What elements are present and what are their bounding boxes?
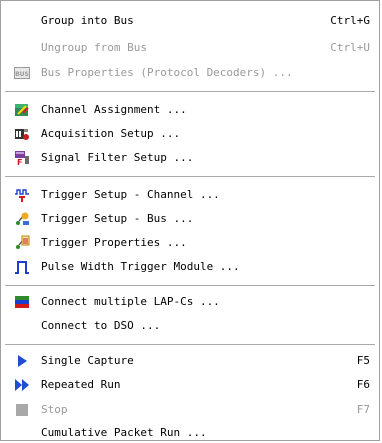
- menu-item-label: Connect multiple LAP-Cs ...: [41, 295, 220, 308]
- channel-assignment-icon: [14, 102, 30, 118]
- menu-separator: [5, 285, 375, 286]
- menu-item-label: Trigger Setup - Channel ...: [41, 188, 220, 201]
- menu-item-acquisition-setup[interactable]: Acquisition Setup ...: [2, 125, 380, 143]
- menu-item-connect-to-dso[interactable]: Connect to DSO ...: [2, 317, 380, 335]
- menu-item-connect-multiple-lap-cs[interactable]: Connect multiple LAP-Cs ...: [2, 293, 380, 311]
- menu-item-label: Trigger Properties ...: [41, 236, 187, 249]
- menu-item-label: Group into Bus: [41, 14, 134, 27]
- menu-item-cumulative-packet-run[interactable]: Cumulative Packet Run ...: [2, 424, 380, 442]
- fast-forward-icon: [14, 377, 30, 393]
- menu-item-shortcut: F5: [356, 354, 370, 367]
- menu-item-single-capture[interactable]: Single Capture F5: [2, 352, 380, 370]
- acquisition-setup-icon: [14, 126, 30, 142]
- pulse-width-icon: [14, 259, 30, 275]
- menu-item-trigger-properties[interactable]: Trigger Properties ...: [2, 234, 380, 252]
- menu-item-bus-properties[interactable]: BUS Bus Properties (Protocol Decoders) .…: [2, 64, 380, 82]
- menu-separator: [5, 344, 375, 345]
- menu-item-ungroup-from-bus[interactable]: Ungroup from Bus Ctrl+U: [2, 39, 380, 57]
- menu-item-shortcut: F7: [356, 403, 370, 416]
- menu-item-label: Trigger Setup - Bus ...: [41, 212, 194, 225]
- stop-icon: [14, 402, 30, 418]
- signal-filter-icon: F: [14, 150, 30, 166]
- menu-item-label: Stop: [41, 403, 68, 416]
- menu-item-label: Pulse Width Trigger Module ...: [41, 260, 240, 273]
- menu-item-trigger-setup-channel[interactable]: Trigger Setup - Channel ...: [2, 186, 380, 204]
- menu-item-pulse-width-trigger[interactable]: Pulse Width Trigger Module ...: [2, 258, 380, 276]
- svg-text:F: F: [17, 158, 22, 166]
- context-menu: Group into Bus Ctrl+G Ungroup from Bus C…: [0, 0, 380, 441]
- menu-item-label: Connect to DSO ...: [41, 319, 161, 332]
- menu-item-label: Ungroup from Bus: [41, 41, 147, 54]
- menu-item-label: Acquisition Setup ...: [41, 127, 181, 140]
- menu-item-channel-assignment[interactable]: Channel Assignment ...: [2, 101, 380, 119]
- menu-item-label: Signal Filter Setup ...: [41, 151, 194, 164]
- menu-item-label: Single Capture: [41, 354, 134, 367]
- menu-item-stop[interactable]: Stop F7: [2, 401, 380, 419]
- menu-item-shortcut: Ctrl+G: [330, 14, 370, 27]
- menu-item-shortcut: Ctrl+U: [330, 41, 370, 54]
- menu-separator: [5, 91, 375, 92]
- play-icon: [14, 353, 30, 369]
- bus-icon-text: BUS: [15, 71, 29, 78]
- menu-item-repeated-run[interactable]: Repeated Run F6: [2, 376, 380, 394]
- menu-item-label: Channel Assignment ...: [41, 103, 187, 116]
- menu-item-group-into-bus[interactable]: Group into Bus Ctrl+G: [2, 12, 380, 30]
- menu-item-label: Bus Properties (Protocol Decoders) ...: [41, 66, 293, 79]
- trigger-channel-icon: [14, 187, 30, 203]
- menu-item-signal-filter-setup[interactable]: F Signal Filter Setup ...: [2, 149, 380, 167]
- menu-item-label: Cumulative Packet Run ...: [41, 426, 207, 439]
- trigger-bus-icon: [14, 211, 30, 227]
- menu-item-trigger-setup-bus[interactable]: Trigger Setup - Bus ...: [2, 210, 380, 228]
- trigger-properties-icon: [14, 235, 30, 251]
- menu-item-shortcut: F6: [356, 378, 370, 391]
- menu-item-label: Repeated Run: [41, 378, 121, 391]
- menu-separator: [5, 176, 375, 177]
- bus-icon: BUS: [14, 65, 30, 81]
- connect-lap-icon: [14, 294, 30, 310]
